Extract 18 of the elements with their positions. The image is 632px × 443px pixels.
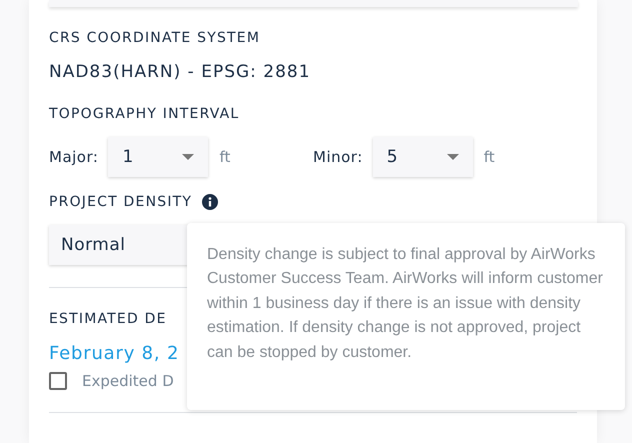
delivery-date: February 8, 2 [49, 342, 180, 366]
section-label: TOPOGRAPHY INTERVAL [49, 105, 240, 123]
section-label: PROJECT DENSITY [49, 193, 192, 211]
section-label: CRS COORDINATE SYSTEM [49, 29, 260, 47]
section-label: ESTIMATED DE [49, 310, 167, 328]
caret-icon [182, 154, 194, 160]
crs-value: NAD83(HARN) - EPSG: 2881 [49, 61, 311, 83]
info-icon[interactable] [202, 194, 218, 210]
interval-dropdown[interactable]: 5 [372, 137, 473, 177]
unit-label: ft [219, 148, 230, 166]
checkbox-label: Expedited D [82, 372, 174, 390]
field-label: Minor: [313, 148, 363, 166]
checkbox[interactable] [49, 372, 67, 390]
caret-icon [446, 154, 459, 160]
field-label: Major: [49, 148, 98, 166]
unit-label: ft [484, 148, 495, 166]
tooltip: Density change is subject to final approval by AirWorks Customer Success Team. AirWorks will inform customer within 1 business day if there is an issue with density estimation. If density change is not approved, project can be stopped by customer. [187, 223, 625, 410]
interval-dropdown[interactable]: 1 [108, 137, 208, 177]
